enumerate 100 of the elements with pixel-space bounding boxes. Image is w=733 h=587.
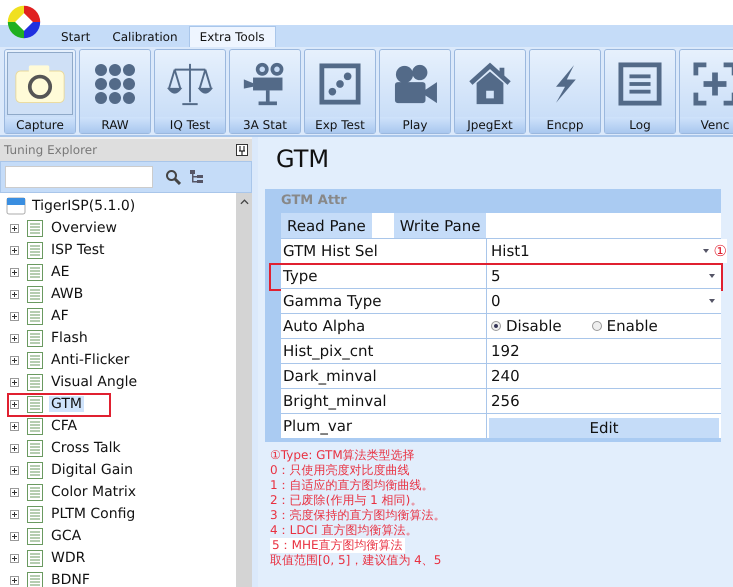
list-icon [27, 506, 43, 522]
value-field[interactable]: 192 [487, 339, 721, 363]
tree-item[interactable]: ISP Test [49, 242, 106, 258]
dropdown[interactable]: 5 [487, 264, 721, 288]
tree-item[interactable]: CFA [49, 418, 80, 434]
note-line: ①Type: GTM算法类型选择 [270, 448, 415, 463]
table-cell: Plum_var [281, 414, 487, 438]
expand-icon[interactable] [10, 246, 19, 254]
note-line: 1：自适应的直方图均衡曲线。 [270, 478, 434, 493]
annotation-marker: ① [714, 239, 727, 263]
list-icon [27, 374, 43, 390]
toolbar-button[interactable]: JpegExt [454, 49, 526, 134]
expand-icon[interactable] [10, 268, 19, 276]
list-icon [27, 330, 43, 346]
list-icon [27, 440, 43, 456]
dropdown[interactable]: Hist1 [487, 239, 709, 263]
scrollbar[interactable] [236, 193, 252, 587]
expand-icon[interactable] [10, 356, 19, 364]
expand-icon[interactable] [10, 532, 19, 540]
radio-option[interactable]: Enable [592, 314, 658, 338]
document-lines-icon [618, 62, 662, 106]
expand-icon[interactable] [10, 466, 19, 474]
expand-icon[interactable] [10, 400, 19, 408]
toolbar-button[interactable]: IQ Test [154, 49, 226, 134]
dots-grid-icon [93, 62, 137, 106]
expand-icon[interactable] [10, 422, 19, 430]
ribbon-tab[interactable]: Extra Tools [188, 26, 276, 47]
tree-item[interactable]: GCA [49, 528, 84, 544]
note-line: 4：LDCI 直方图均衡算法。 [270, 523, 418, 538]
dice-icon [319, 62, 361, 104]
value-field[interactable]: 240 [487, 364, 721, 388]
radio-button[interactable] [592, 321, 602, 331]
group-title: GTM Attr [281, 192, 348, 210]
page-title: GTM [276, 145, 330, 173]
list-icon [27, 352, 43, 368]
list-icon [27, 264, 43, 280]
scroll-up-icon[interactable] [240, 199, 248, 205]
list-icon [27, 484, 43, 500]
tree-item[interactable]: AF [49, 308, 71, 324]
list-icon [27, 242, 43, 258]
app-icon [6, 197, 26, 215]
dropdown-arrow-icon [709, 274, 715, 278]
expand-icon[interactable] [10, 312, 19, 320]
toolbar-button[interactable]: 3A Stat [229, 49, 301, 134]
tree-item[interactable]: Flash [49, 330, 90, 346]
note-line: 3：亮度保持的直方图均衡算法。 [270, 508, 446, 523]
expand-icon[interactable] [10, 554, 19, 562]
pane-tab[interactable]: Write Pane [394, 213, 486, 238]
plus-frame-icon [693, 62, 733, 106]
pin-icon[interactable] [236, 144, 248, 156]
expand-icon[interactable] [10, 378, 19, 386]
toolbar-button[interactable]: Exp Test [304, 49, 376, 134]
tree-item[interactable]: AE [49, 264, 72, 280]
list-icon [27, 462, 43, 478]
toolbar-button[interactable]: Log [604, 49, 676, 134]
pane-tab[interactable]: Read Pane [281, 213, 372, 238]
toolbar-button[interactable]: Venc [679, 49, 733, 134]
list-icon [27, 550, 43, 566]
expand-icon[interactable] [10, 224, 19, 232]
tree-item[interactable]: Visual Angle [49, 374, 140, 390]
toolbar-button[interactable]: Play [379, 49, 451, 134]
house-icon [467, 62, 513, 106]
toolbar-button[interactable]: RAW [79, 49, 151, 134]
table-cell: GTM Hist Sel [281, 239, 487, 263]
ribbon-tab[interactable]: Calibration [101, 26, 189, 47]
list-icon [27, 308, 43, 324]
ribbon-tab[interactable]: Start [50, 26, 102, 47]
tree-item[interactable]: AWB [49, 286, 86, 302]
note-line: 取值范围[0, 5]，建议值为 4、5 [270, 553, 442, 568]
tree-item[interactable]: Digital Gain [49, 462, 136, 478]
expand-icon[interactable] [10, 334, 19, 342]
tree-item[interactable]: Cross Talk [49, 440, 123, 456]
value-field[interactable]: 256 [487, 389, 721, 413]
tree-item[interactable]: TigerISP(5.1.0) [32, 198, 136, 214]
tree-item[interactable]: GTM [49, 396, 84, 412]
expand-icon[interactable] [10, 290, 19, 298]
radio-button[interactable] [491, 321, 501, 331]
tree-view-icon[interactable] [189, 169, 205, 185]
edit-button[interactable]: Edit [489, 418, 719, 438]
search-icon[interactable] [165, 169, 181, 185]
toolbar-button[interactable]: Capture [4, 49, 76, 134]
expand-icon[interactable] [10, 510, 19, 518]
tree-item[interactable]: BDNF [49, 572, 92, 587]
list-icon [27, 528, 43, 544]
expand-icon[interactable] [10, 576, 19, 584]
note-line: 2：已废除(作用与 1 相同)。 [270, 493, 422, 508]
note-line: 0：只使用亮度对比度曲线 [270, 463, 410, 478]
dropdown-arrow-icon [709, 299, 715, 303]
dropdown[interactable]: 0 [487, 289, 721, 313]
tree-item[interactable]: PLTM Config [49, 506, 138, 522]
tree-item[interactable]: WDR [49, 550, 88, 566]
toolbar-button[interactable]: Encpp [529, 49, 601, 134]
tree-item[interactable]: Color Matrix [49, 484, 138, 500]
expand-icon[interactable] [10, 444, 19, 452]
tree-item[interactable]: Anti-Flicker [49, 352, 132, 368]
expand-icon[interactable] [10, 488, 19, 496]
list-icon [27, 396, 43, 412]
radio-option[interactable]: Disable [491, 314, 562, 338]
search-field[interactable] [5, 166, 153, 188]
tree-item[interactable]: Overview [49, 220, 119, 236]
